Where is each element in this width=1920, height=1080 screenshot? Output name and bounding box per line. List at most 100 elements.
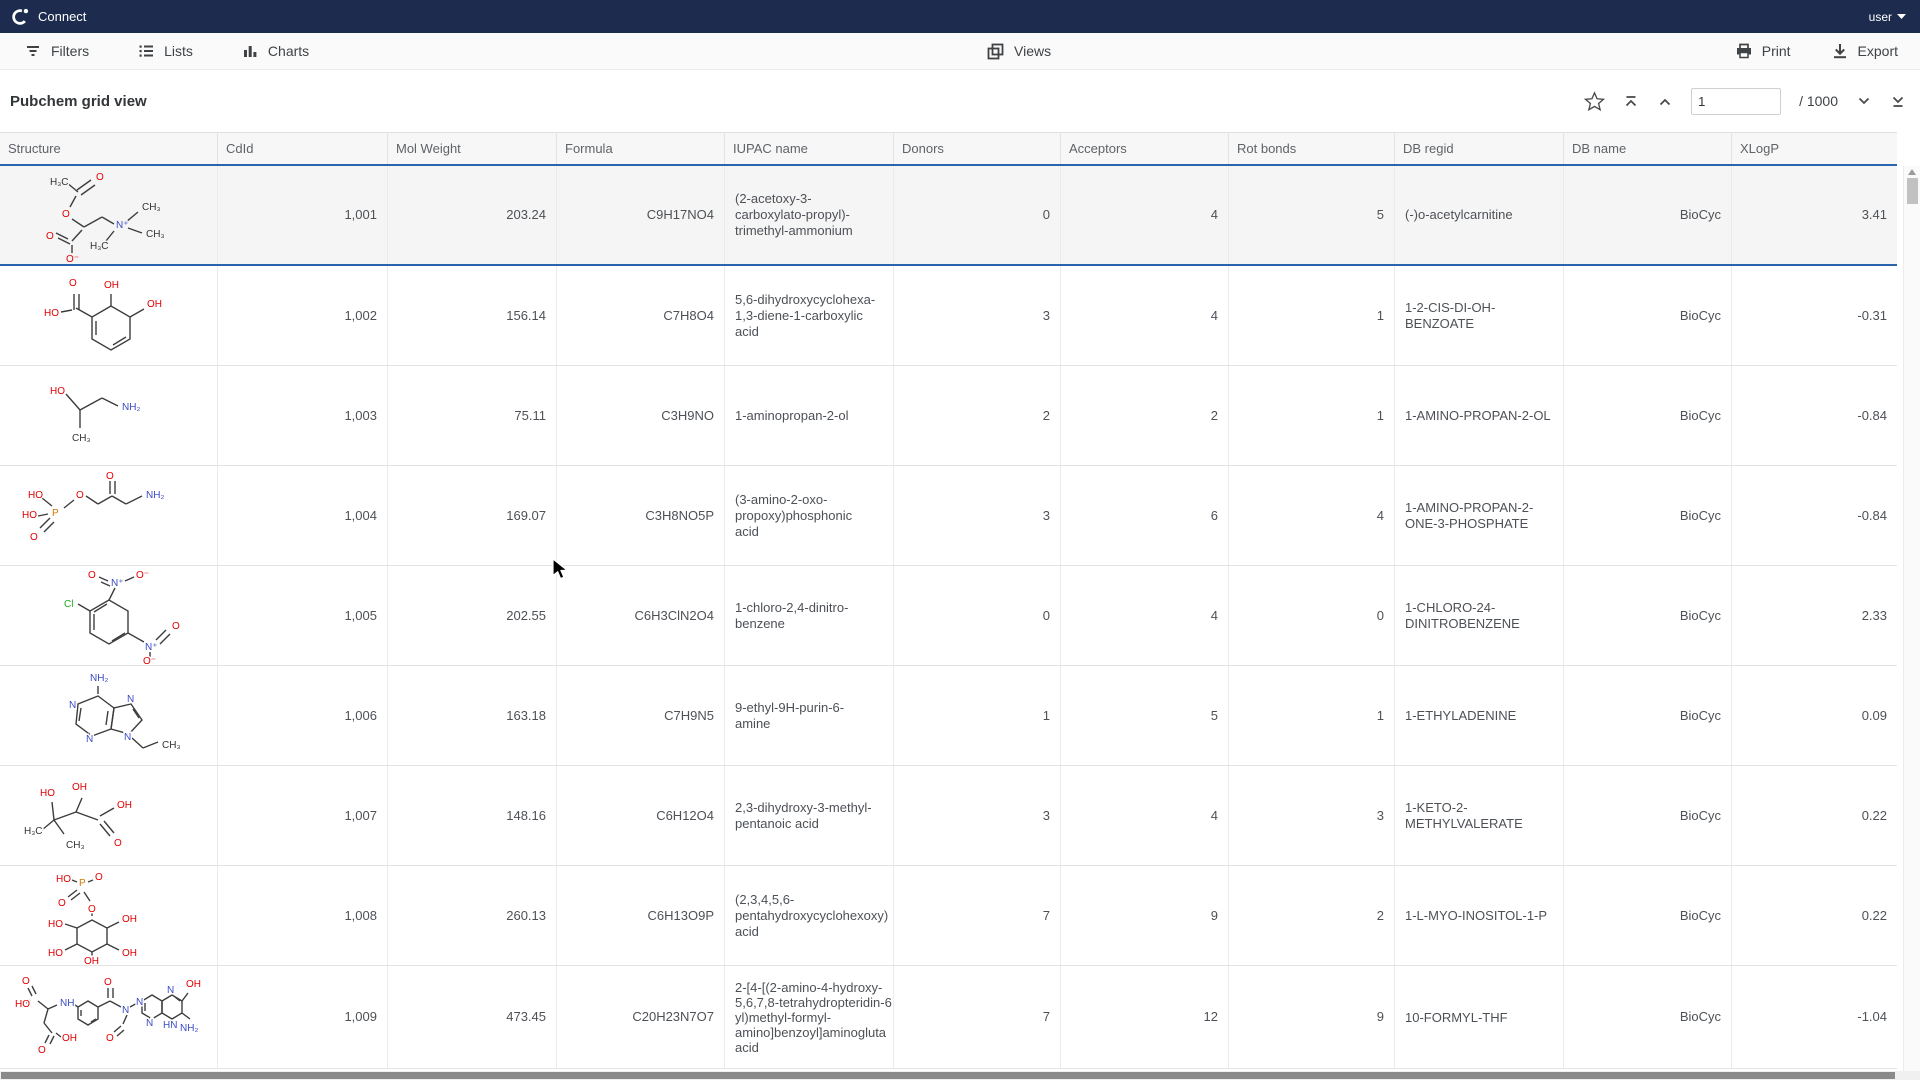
svg-text:O: O: [172, 621, 180, 632]
svg-text:O: O: [22, 976, 30, 987]
column-header-rot-bonds[interactable]: Rot bonds: [1229, 133, 1395, 164]
bar-chart-icon: [241, 42, 259, 60]
cell-db-name: BioCyc: [1564, 466, 1732, 565]
charts-label: Charts: [268, 43, 309, 59]
views-button[interactable]: Views: [986, 42, 1051, 61]
table-row[interactable]: H₃COO N⁺CH₃CH₃ H₃COO⁻ 1,001 203.24 C9H17…: [0, 166, 1897, 266]
page-number-input[interactable]: [1691, 88, 1781, 115]
svg-text:P: P: [52, 508, 59, 519]
svg-text:HO: HO: [44, 308, 59, 319]
horizontal-scrollbar[interactable]: [0, 1071, 1920, 1080]
cell-acceptors: 5: [1061, 666, 1229, 765]
cell-donors: 3: [894, 766, 1061, 865]
charts-button[interactable]: Charts: [241, 42, 309, 60]
svg-text:OH: OH: [62, 1033, 77, 1044]
favorite-star-icon[interactable]: [1584, 91, 1605, 112]
table-row[interactable]: OHO OOH NHO NO NN NHN OHNH₂ 1,009 473.45…: [0, 966, 1897, 1069]
table-row[interactable]: H₃CHOCH₃ OHOOH 1,007 148.16 C6H12O4 2,3-…: [0, 766, 1897, 866]
cell-formula: C7H8O4: [557, 266, 725, 365]
column-header-donors[interactable]: Donors: [894, 133, 1061, 164]
scroll-to-bottom-icon[interactable]: [1890, 94, 1906, 109]
cell-acceptors: 2: [1061, 366, 1229, 465]
cell-donors: 3: [894, 466, 1061, 565]
svg-text:OH: OH: [117, 800, 132, 811]
svg-text:N: N: [136, 997, 143, 1008]
svg-text:N: N: [69, 700, 76, 711]
cell-formula: C9H17NO4: [557, 166, 725, 264]
export-button[interactable]: Export: [1831, 42, 1898, 60]
cell-cdid: 1,007: [218, 766, 388, 865]
column-header-xlogp[interactable]: XLogP: [1732, 133, 1897, 164]
cell-rot-bonds: 2: [1229, 866, 1395, 965]
structure-dihydroxy-methylpentanoate: H₃CHOCH₃ OHOOH: [0, 766, 218, 865]
column-header-iupac-name[interactable]: IUPAC name: [725, 133, 894, 164]
svg-text:HN: HN: [163, 1020, 177, 1031]
cell-iupac-name: 5,6-dihydroxycyclohexa- 1,3-diene-1-carb…: [725, 266, 894, 365]
cell-iupac-name: 2-[4-[(2-amino-4-hydroxy- 5,6,7,8-tetrah…: [725, 966, 894, 1068]
svg-text:O: O: [69, 278, 77, 289]
svg-text:CH₃: CH₃: [72, 433, 91, 444]
svg-text:O: O: [58, 898, 66, 909]
structure-ethyladenine: NH₂ NN NN CH₃: [0, 666, 218, 765]
cell-db-name: BioCyc: [1564, 566, 1732, 665]
svg-text:OH: OH: [122, 948, 137, 959]
svg-text:HO: HO: [56, 874, 71, 885]
column-header-cdid[interactable]: CdId: [218, 133, 388, 164]
cell-formula: C6H3ClN2O4: [557, 566, 725, 665]
filters-button[interactable]: Filters: [24, 42, 89, 60]
svg-text:O⁻: O⁻: [136, 570, 149, 581]
svg-text:HO: HO: [28, 490, 43, 501]
cell-acceptors: 9: [1061, 866, 1229, 965]
svg-text:N: N: [146, 1018, 153, 1029]
cell-db-name: BioCyc: [1564, 366, 1732, 465]
vertical-scrollbar[interactable]: [1903, 166, 1920, 1071]
lists-button[interactable]: Lists: [137, 42, 193, 60]
table-row[interactable]: OHO OHOH 1,002 156.14 C7H8O4 5,6-dihydro…: [0, 266, 1897, 366]
cell-donors: 7: [894, 966, 1061, 1068]
table-row[interactable]: HONH₂CH₃ 1,003 75.11 C3H9NO 1-aminopropa…: [0, 366, 1897, 466]
horizontal-scrollbar-thumb[interactable]: [1, 1072, 1895, 1079]
user-menu[interactable]: user: [1869, 10, 1906, 24]
column-header-acceptors[interactable]: Acceptors: [1061, 133, 1229, 164]
svg-text:N⁺: N⁺: [111, 578, 124, 589]
column-header-formula[interactable]: Formula: [557, 133, 725, 164]
vertical-scrollbar-thumb[interactable]: [1907, 178, 1918, 204]
svg-text:HO: HO: [15, 999, 30, 1010]
cell-cdid: 1,004: [218, 466, 388, 565]
cell-formula: C20H23N7O7: [557, 966, 725, 1068]
cell-rot-bonds: 5: [1229, 166, 1395, 264]
cell-acceptors: 6: [1061, 466, 1229, 565]
column-header-mol-weight[interactable]: Mol Weight: [388, 133, 557, 164]
scrollbar-up-arrow-icon[interactable]: [1908, 169, 1916, 175]
cell-mol-weight: 156.14: [388, 266, 557, 365]
previous-page-icon[interactable]: [1657, 96, 1673, 106]
svg-text:OH: OH: [186, 979, 201, 990]
table-row[interactable]: HOPO HOOO NH₂ 1,004 169.07 C3H8NO5P (3-a…: [0, 466, 1897, 566]
print-button[interactable]: Print: [1735, 42, 1791, 60]
table-row[interactable]: ClN⁺ OO⁻ N⁺OO⁻ 1,005 202.55 C6H3ClN2O4 1…: [0, 566, 1897, 666]
column-header-structure[interactable]: Structure: [0, 133, 218, 164]
table-row[interactable]: NH₂ NN NN CH₃ 1,006 163.18 C7H9N5 9-ethy…: [0, 666, 1897, 766]
cell-mol-weight: 260.13: [388, 866, 557, 965]
svg-text:NH: NH: [60, 998, 74, 1009]
cell-db-name: BioCyc: [1564, 666, 1732, 765]
cell-mol-weight: 163.18: [388, 666, 557, 765]
cell-db-name: BioCyc: [1564, 266, 1732, 365]
scroll-to-top-icon[interactable]: [1623, 94, 1639, 109]
svg-text:Cl: Cl: [64, 599, 73, 610]
svg-text:N: N: [127, 694, 134, 705]
column-header-db-regid[interactable]: DB regid: [1395, 133, 1564, 164]
table-row[interactable]: HOPO OO HOHOOH OHOH 1,008 260.13 C6H13O9…: [0, 866, 1897, 966]
cell-rot-bonds: 9: [1229, 966, 1395, 1068]
cell-xlogp: -0.84: [1732, 366, 1897, 465]
cell-iupac-name: 1-chloro-2,4-dinitro- benzene: [725, 566, 894, 665]
lists-label: Lists: [164, 43, 193, 59]
cell-iupac-name: (2-acetoxy-3- carboxylato-propyl)- trime…: [725, 166, 894, 264]
svg-text:P: P: [79, 878, 86, 889]
next-page-icon[interactable]: [1856, 96, 1872, 106]
column-header-db-name[interactable]: DB name: [1564, 133, 1732, 164]
svg-text:HO: HO: [22, 510, 37, 521]
svg-text:HO: HO: [50, 386, 65, 397]
cell-acceptors: 4: [1061, 266, 1229, 365]
cell-donors: 2: [894, 366, 1061, 465]
